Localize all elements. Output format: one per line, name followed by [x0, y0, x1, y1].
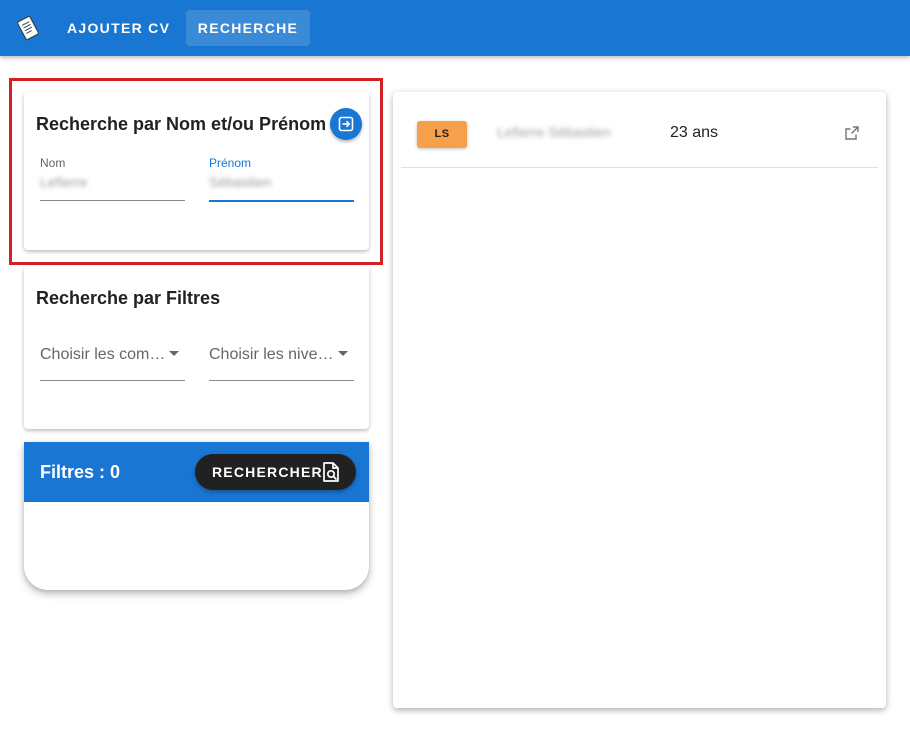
prenom-field[interactable]: Prénom Sébastien: [209, 156, 354, 202]
competences-placeholder: Choisir les compétences: [40, 346, 168, 363]
competences-underline: [40, 380, 185, 381]
filters-summary-card: Filtres : 0 RECHERCHER: [24, 442, 369, 590]
result-age: 23 ans: [670, 124, 719, 141]
result-row[interactable]: LS Lefierre Sébastien 23 ans: [401, 92, 878, 168]
niveaux-placeholder: Choisir les niveaux: [209, 346, 337, 363]
name-search-submit-button[interactable]: [330, 108, 362, 140]
result-name: Lefierre Sébastien: [497, 124, 611, 140]
initials-chip: LS: [417, 121, 467, 148]
results-card: LS Lefierre Sébastien 23 ans: [393, 92, 886, 708]
prenom-underline: [209, 200, 354, 202]
competences-select[interactable]: Choisir les compétences: [40, 332, 185, 382]
nav-recherche[interactable]: RECHERCHE: [186, 10, 310, 46]
rechercher-button[interactable]: RECHERCHER: [195, 454, 356, 490]
chevron-down-icon: [338, 351, 348, 356]
name-search-card: Recherche par Nom et/ou Prénom Nom Lefie…: [24, 92, 369, 250]
open-in-new-icon[interactable]: [845, 126, 859, 140]
niveaux-select[interactable]: Choisir les niveaux: [209, 332, 354, 382]
rechercher-label: RECHERCHER: [212, 464, 323, 480]
filter-search-card: Recherche par Filtres Choisir les compét…: [24, 266, 369, 429]
document-icon[interactable]: [14, 14, 42, 42]
file-search-icon: [323, 462, 339, 482]
filters-count: Filtres : 0: [40, 462, 121, 482]
app-bar: AJOUTER CV RECHERCHE: [0, 0, 910, 56]
filter-search-title: Recherche par Filtres: [36, 288, 221, 308]
nom-field[interactable]: Nom Lefierre: [40, 156, 185, 202]
nom-label: Nom: [40, 156, 66, 170]
name-search-title: Recherche par Nom et/ou Prénom: [36, 114, 327, 134]
nav-ajouter-cv[interactable]: AJOUTER CV: [49, 10, 188, 46]
niveaux-underline: [209, 380, 354, 381]
prenom-value[interactable]: Sébastien: [209, 174, 271, 190]
prenom-label: Prénom: [209, 156, 252, 170]
arrow-right-box-icon: [338, 116, 354, 132]
nom-underline: [40, 200, 185, 201]
nom-value[interactable]: Lefierre: [40, 174, 87, 190]
filters-summary-bar: Filtres : 0 RECHERCHER: [24, 442, 369, 502]
chevron-down-icon: [169, 351, 179, 356]
